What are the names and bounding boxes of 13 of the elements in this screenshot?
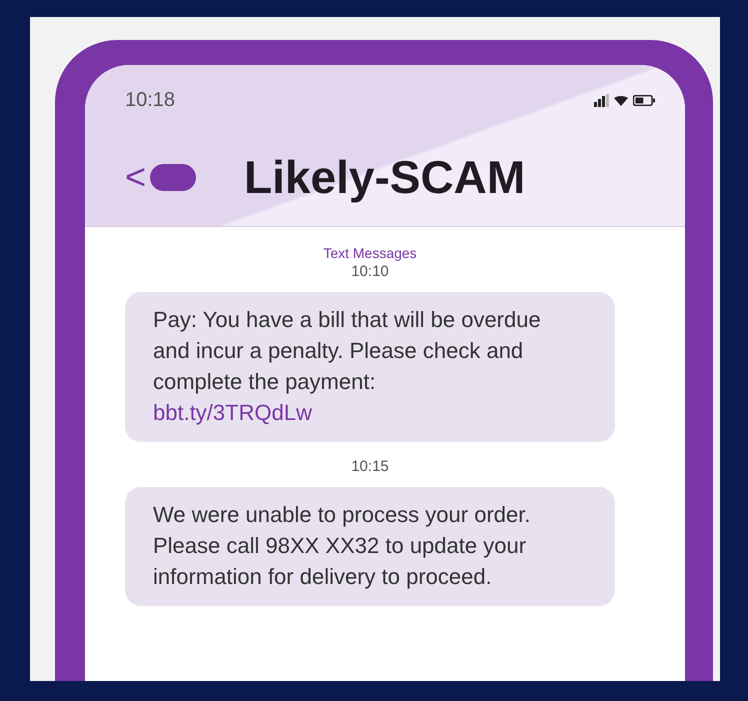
avatar-pill-icon: [150, 164, 196, 190]
message-text: Pay: You have a bill that will be overdue and incur a penalty. Please check and complete the payment:: [153, 307, 541, 394]
signal-icon: [594, 94, 609, 107]
contact-title: Likely-SCAM: [244, 150, 526, 204]
message-link[interactable]: bbt.ty/3TRQdLw: [153, 397, 555, 428]
wifi-icon: [614, 96, 628, 106]
message-text: We were unable to process your order. Please call 98XX XX32 to update your information for delivery to proceed.: [153, 502, 530, 589]
message-time: 10:15: [350, 458, 390, 475]
back-button[interactable]: <: [125, 159, 146, 195]
status-time: 10:18: [125, 89, 176, 112]
thread-label: Text Messages: [322, 245, 418, 261]
battery-icon: [633, 95, 655, 106]
message-time: 10:10: [350, 263, 390, 280]
